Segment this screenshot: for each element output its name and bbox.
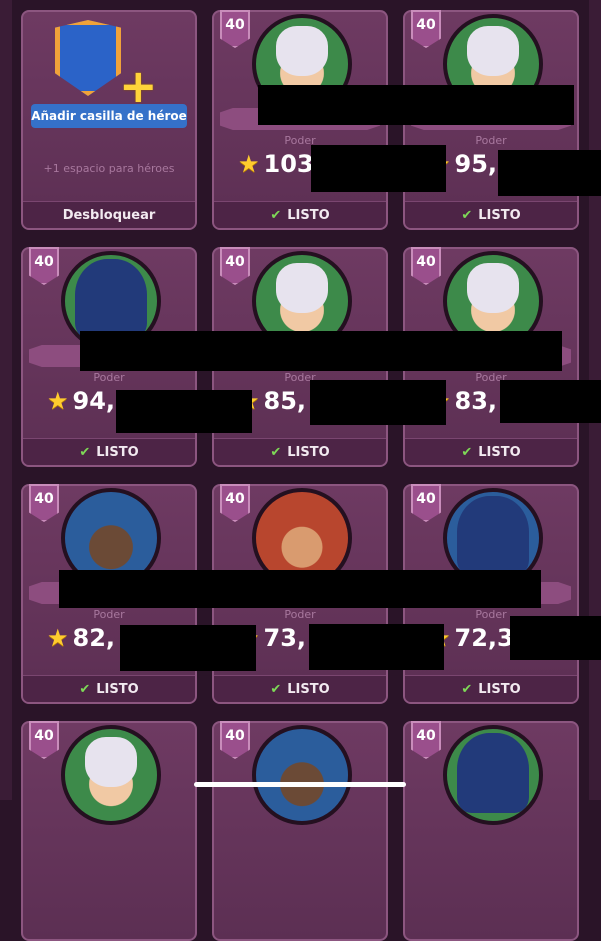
power-number: 95, [454,150,498,178]
hero-portrait [61,725,161,825]
status-label: LISTO [287,681,330,697]
power-label: Poder [284,608,316,621]
redaction-bar [500,380,601,423]
power-number: 94, [72,387,116,415]
status-bar: ✔ LISTO [405,675,577,702]
star-icon: ★ [238,150,260,178]
hero-shield-icon [55,20,121,96]
level-badge: 40 [411,10,441,48]
level-badge: 40 [220,484,250,522]
power-value: ★ 82, [47,624,115,652]
power-label: Poder [93,608,125,621]
level-badge: 40 [29,484,59,522]
cat-mask-icon [85,737,137,787]
hero-card[interactable]: 40 [212,721,388,941]
status-label: LISTO [287,444,330,460]
power-label: Poder [93,371,125,384]
cat-mask-icon [467,263,519,313]
hero-card[interactable]: 40 [403,721,579,941]
hero-card[interactable]: 40 [21,721,197,941]
power-number: 73, [263,624,307,652]
status-label: LISTO [478,681,521,697]
status-bar: ✔ LISTO [214,438,386,465]
redaction-bar [258,85,574,125]
power-number: 82, [72,624,116,652]
hero-portrait [443,725,543,825]
hood-icon [457,496,529,576]
level-badge: 40 [220,10,250,48]
redaction-bar [310,380,446,425]
level-badge: 40 [29,247,59,285]
level-badge: 40 [220,721,250,759]
redaction-bar [80,331,562,371]
star-icon: ★ [47,624,69,652]
power-value: ★ 94, [47,387,115,415]
slot-info-text: +1 espacio para héroes [43,162,175,175]
redaction-bar [59,570,541,608]
redaction-bar [309,624,444,670]
cat-mask-icon [276,263,328,313]
unlock-button-label: Desbloquear [62,207,156,223]
hero-portrait [252,725,352,825]
home-indicator[interactable] [194,782,406,787]
check-icon: ✔ [79,681,91,697]
check-icon: ✔ [79,444,91,460]
check-icon: ✔ [270,444,282,460]
status-bar: ✔ LISTO [23,438,195,465]
check-icon: ✔ [461,444,473,460]
check-icon: ✔ [270,681,282,697]
status-bar: ✔ LISTO [405,201,577,228]
status-label: LISTO [478,444,521,460]
level-badge: 40 [29,721,59,759]
level-badge: 40 [220,247,250,285]
redaction-bar [510,616,601,660]
status-label: LISTO [96,444,139,460]
level-badge: 40 [411,721,441,759]
redaction-bar [498,150,601,196]
status-label: LISTO [287,207,330,223]
hood-icon [75,259,147,339]
check-icon: ✔ [461,681,473,697]
redaction-bar [311,145,446,192]
power-number: 72,3 [454,624,514,652]
status-bar: ✔ LISTO [214,201,386,228]
status-label: LISTO [96,681,139,697]
hood-icon [457,733,529,813]
power-number: 85, [263,387,307,415]
cat-mask-icon [276,26,328,76]
power-value: ★ 103 [238,150,314,178]
redaction-bar [120,625,256,671]
add-hero-slot-label: Añadir casilla de héroe [31,104,187,128]
star-icon: ★ [47,387,69,415]
unlock-button[interactable]: Desbloquear [23,201,195,228]
level-badge: 40 [411,484,441,522]
cat-mask-icon [467,26,519,76]
check-icon: ✔ [270,207,282,223]
power-number: 83, [454,387,498,415]
redaction-bar [116,390,252,433]
status-bar: ✔ LISTO [405,438,577,465]
check-icon: ✔ [461,207,473,223]
status-bar: ✔ LISTO [214,675,386,702]
status-bar: ✔ LISTO [23,675,195,702]
unlock-hero-slot-card[interactable]: + Añadir casilla de héroe +1 espacio par… [21,10,197,230]
power-number: 103 [263,150,314,178]
plus-icon: + [119,59,158,113]
level-badge: 40 [411,247,441,285]
status-label: LISTO [478,207,521,223]
